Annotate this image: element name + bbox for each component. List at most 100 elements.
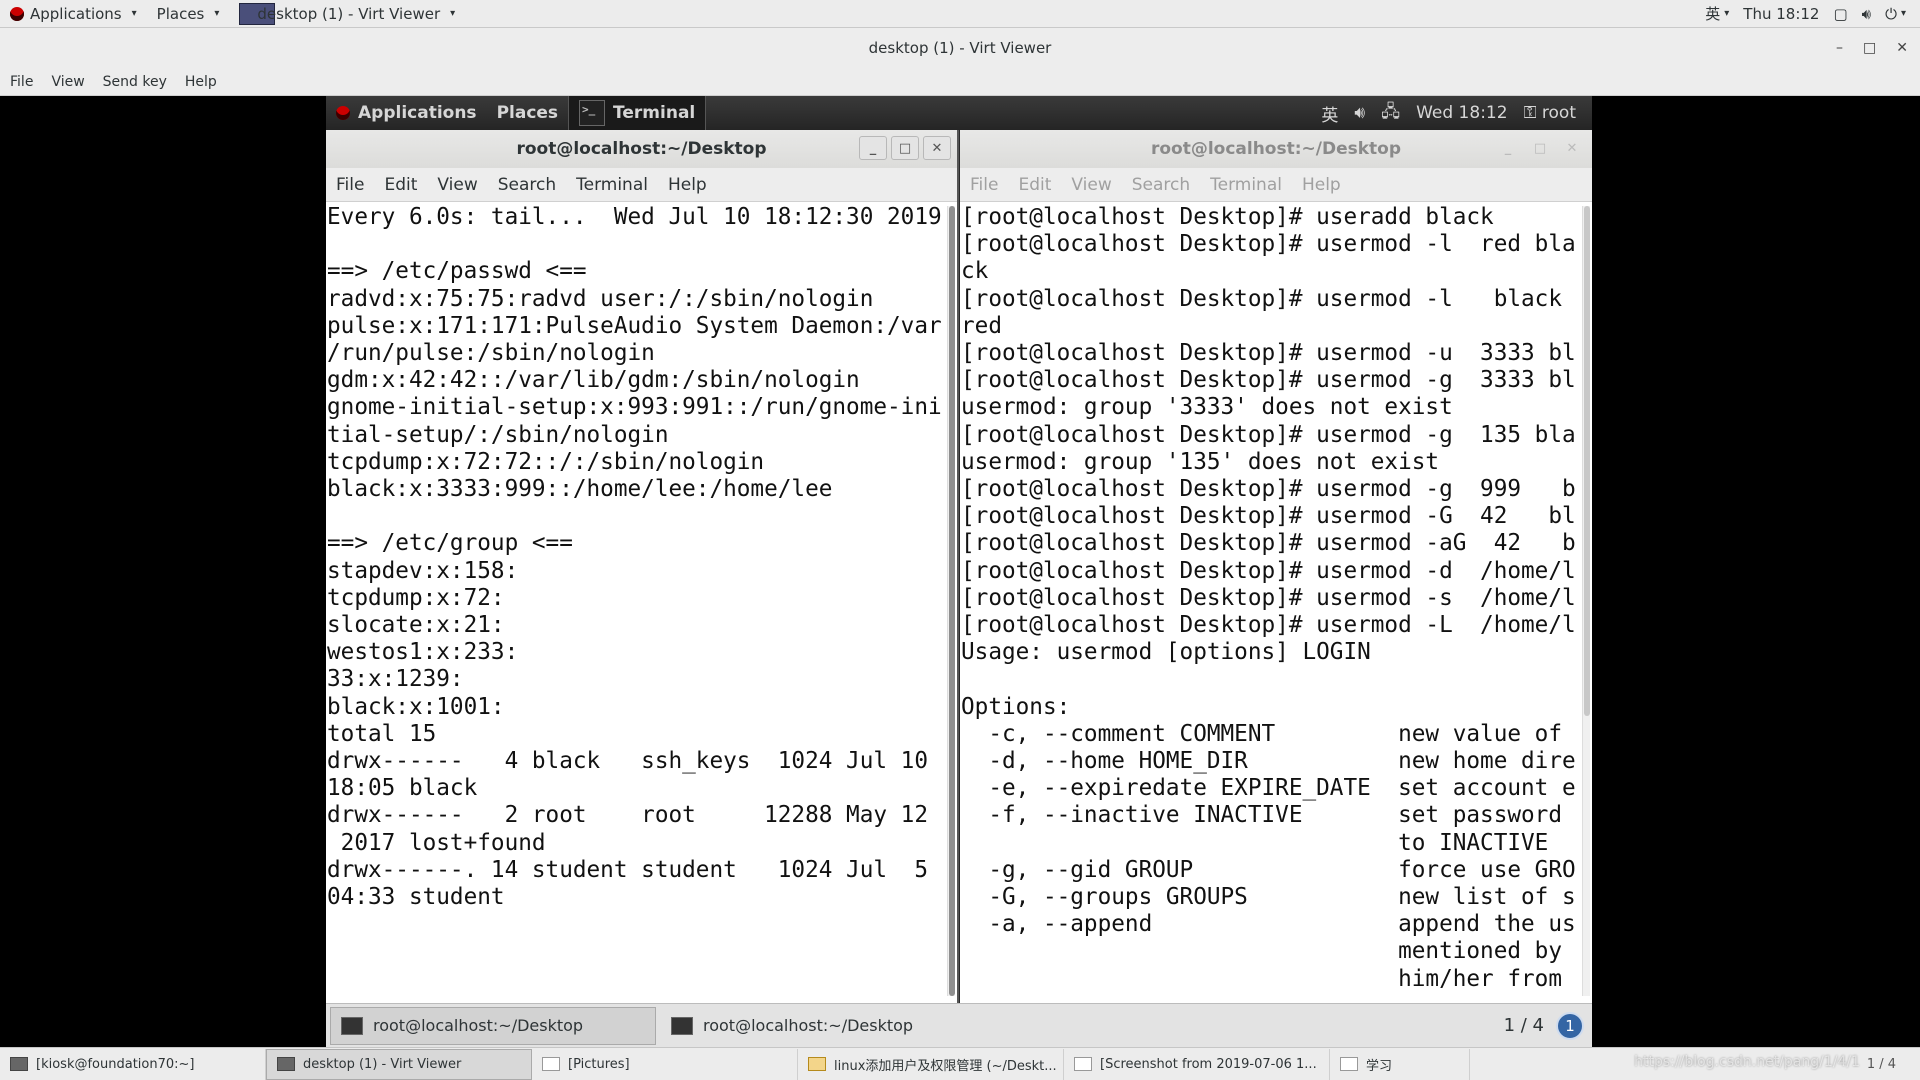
menu-help[interactable]: Help: [658, 175, 717, 195]
guest-places-menu[interactable]: Places: [487, 96, 568, 130]
guest-places-label: Places: [496, 103, 559, 123]
image-viewer-icon: [1074, 1057, 1092, 1071]
host-task-screenshot[interactable]: [Screenshot from 2019-07-06 1...: [1064, 1048, 1330, 1080]
guest-applications-menu[interactable]: Applications: [326, 96, 487, 130]
left-terminal-scrollbar[interactable]: [947, 206, 955, 996]
maximize-icon[interactable]: □: [891, 136, 919, 160]
viewer-menu-view[interactable]: View: [41, 74, 92, 90]
menu-search[interactable]: Search: [488, 175, 566, 195]
viewer-menu-help[interactable]: Help: [175, 74, 225, 90]
viewer-menu-file[interactable]: File: [0, 74, 41, 90]
scrollbar-thumb[interactable]: [1584, 206, 1590, 716]
menu-terminal[interactable]: Terminal: [566, 175, 658, 195]
guest-terminal-menu[interactable]: Terminal: [568, 96, 707, 130]
right-terminal-body[interactable]: [root@localhost Desktop]# useradd black …: [960, 202, 1592, 1003]
guest-task-label: root@localhost:~/Desktop: [703, 1016, 914, 1035]
viewer-menu-send-key[interactable]: Send key: [93, 74, 175, 90]
viewer-menubar: File View Send key Help: [0, 68, 1920, 96]
host-applications-menu[interactable]: Applications ▾: [0, 0, 147, 28]
menu-search[interactable]: Search: [1122, 175, 1200, 195]
redhat-logo-icon: [10, 6, 24, 21]
minimize-icon[interactable]: –: [1836, 40, 1843, 56]
close-icon[interactable]: ✕: [923, 136, 951, 160]
host-task-editor[interactable]: linux添加用户及权限管理 (~/Deskt...: [798, 1048, 1064, 1080]
viewer-title-bar: desktop (1) - Virt Viewer – □ ✕: [0, 28, 1920, 68]
guest-task-label: root@localhost:~/Desktop: [373, 1016, 584, 1035]
power-icon[interactable]: ⏻: [1885, 5, 1897, 23]
scrollbar-thumb[interactable]: [949, 206, 955, 996]
terminal-icon: [579, 100, 606, 126]
user-icon: ⚿: [1523, 103, 1542, 123]
chevron-down-icon: ▾: [1724, 8, 1730, 19]
volume-icon[interactable]: 🔊︎: [1862, 5, 1871, 23]
guest-input-method[interactable]: 英: [1321, 101, 1338, 126]
left-terminal-output[interactable]: Every 6.0s: tail... Wed Jul 10 18:12:30 …: [327, 204, 942, 911]
chevron-down-icon: ▾: [1900, 8, 1906, 19]
guest-terminal-label: Terminal: [613, 103, 696, 123]
guest-task-terminal-1[interactable]: root@localhost:~/Desktop: [330, 1006, 656, 1045]
minimize-icon[interactable]: _: [859, 136, 887, 160]
chevron-down-icon: ▾: [131, 8, 137, 19]
guest-user-label: root: [1541, 103, 1576, 123]
menu-view[interactable]: View: [427, 175, 487, 195]
host-task-kiosk-terminal[interactable]: [kiosk@foundation70:~]: [0, 1048, 266, 1080]
chevron-down-icon: ▾: [214, 8, 220, 19]
close-icon[interactable]: ✕: [1558, 136, 1586, 160]
host-applications-label: Applications: [30, 4, 122, 23]
host-task-pictures[interactable]: [Pictures]: [532, 1048, 798, 1080]
display-icon[interactable]: ▢: [1833, 5, 1847, 23]
guest-clock[interactable]: Wed 18:12: [1416, 103, 1507, 123]
right-terminal-menubar: File Edit View Search Terminal Help: [960, 168, 1592, 202]
left-terminal-title: root@localhost:~/Desktop: [516, 139, 767, 159]
host-places-menu[interactable]: Places ▾: [147, 0, 230, 28]
maximize-icon[interactable]: □: [1526, 136, 1554, 160]
terminal-icon: [341, 1016, 363, 1035]
host-task-label: [Screenshot from 2019-07-06 1...: [1100, 1056, 1317, 1072]
terminal-icon: [671, 1016, 693, 1035]
host-workspace-pager[interactable]: 1 / 4: [1867, 1057, 1920, 1072]
host-task-label: linux添加用户及权限管理 (~/Deskt...: [834, 1058, 1057, 1074]
host-top-panel: Applications ▾ Places ▾ desktop (1) - Vi…: [0, 0, 1920, 28]
host-window-title: desktop (1) - Virt Viewer: [257, 4, 441, 23]
right-terminal-titlebar[interactable]: root@localhost:~/Desktop _ □ ✕: [960, 130, 1592, 168]
guest-display[interactable]: Applications Places Terminal 英 🔊︎ 🖧 Wed …: [326, 96, 1592, 1047]
left-terminal-menubar: File Edit View Search Terminal Help: [326, 168, 957, 202]
left-terminal-window[interactable]: root@localhost:~/Desktop _ □ ✕ File Edit…: [326, 130, 959, 1003]
menu-edit[interactable]: Edit: [374, 175, 427, 195]
right-terminal-scrollbar[interactable]: [1582, 206, 1590, 996]
left-terminal-titlebar[interactable]: root@localhost:~/Desktop _ □ ✕: [326, 130, 957, 168]
menu-edit[interactable]: Edit: [1008, 175, 1061, 195]
menu-terminal[interactable]: Terminal: [1200, 175, 1292, 195]
text-editor-icon: [808, 1057, 826, 1071]
terminal-icon: [10, 1057, 28, 1071]
host-task-label: [Pictures]: [568, 1056, 630, 1072]
close-icon[interactable]: ✕: [1896, 40, 1908, 56]
host-task-label: [kiosk@foundation70:~]: [36, 1056, 195, 1072]
host-clock[interactable]: Thu 18:12: [1743, 5, 1819, 23]
guest-applications-label: Applications: [358, 103, 477, 123]
watermark-text: https://blog.csdn.net/pang/1/4/1: [1634, 1054, 1860, 1070]
menu-help[interactable]: Help: [1292, 175, 1351, 195]
network-icon[interactable]: 🖧: [1381, 99, 1400, 128]
host-window-menu[interactable]: desktop (1) - Virt Viewer ▾: [229, 0, 465, 28]
document-icon: [1340, 1057, 1358, 1071]
left-terminal-body[interactable]: Every 6.0s: tail... Wed Jul 10 18:12:30 …: [326, 202, 957, 1003]
workspace-pager[interactable]: 1 / 4: [1504, 1015, 1544, 1036]
host-task-label: desktop (1) - Virt Viewer: [303, 1056, 462, 1072]
guest-task-terminal-2[interactable]: root@localhost:~/Desktop: [660, 1006, 986, 1045]
menu-file[interactable]: File: [326, 175, 374, 195]
host-places-label: Places: [156, 4, 205, 23]
right-terminal-output[interactable]: [root@localhost Desktop]# useradd black …: [961, 204, 1576, 993]
right-terminal-window[interactable]: root@localhost:~/Desktop _ □ ✕ File Edit…: [960, 130, 1592, 1003]
host-task-study[interactable]: 学习: [1330, 1048, 1470, 1080]
host-task-virt-viewer[interactable]: desktop (1) - Virt Viewer: [266, 1048, 532, 1080]
user-menu[interactable]: ⚿ root: [1524, 103, 1576, 123]
menu-view[interactable]: View: [1061, 175, 1121, 195]
maximize-icon[interactable]: □: [1863, 40, 1876, 56]
minimize-icon[interactable]: _: [1494, 136, 1522, 160]
notification-badge[interactable]: 1: [1556, 1011, 1584, 1040]
menu-file[interactable]: File: [960, 175, 1008, 195]
monitor-icon: [277, 1057, 295, 1071]
input-method-indicator[interactable]: 英: [1705, 3, 1720, 24]
volume-icon[interactable]: 🔊︎: [1354, 103, 1365, 123]
